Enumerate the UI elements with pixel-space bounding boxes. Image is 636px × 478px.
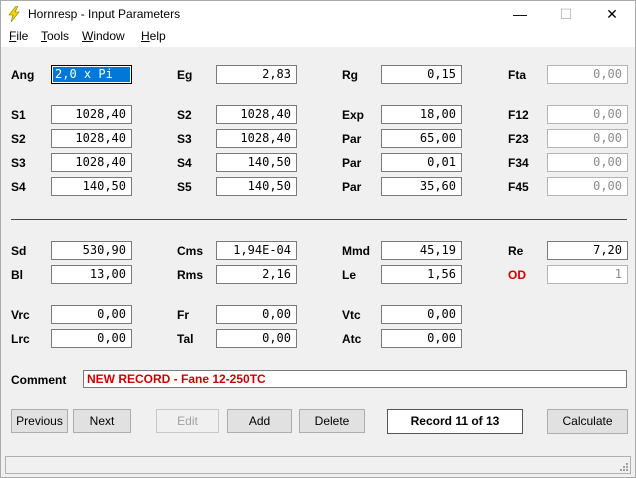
s3-right-field[interactable]: 1028,40 — [216, 129, 297, 148]
label-ang: Ang — [11, 68, 35, 82]
label-mmd: Mmd — [342, 244, 370, 258]
label-fta: Fta — [508, 68, 526, 82]
title-bar[interactable]: Hornresp - Input Parameters — ☐ ✕ — [1, 1, 635, 27]
calculate-button[interactable]: Calculate — [547, 409, 628, 434]
cms-field[interactable]: 1,94E-04 — [216, 241, 297, 260]
s3-field[interactable]: 1028,40 — [51, 153, 132, 172]
add-button[interactable]: Add — [227, 409, 292, 433]
label-f45: F45 — [508, 180, 529, 194]
sd-field[interactable]: 530,90 — [51, 241, 132, 260]
previous-button[interactable]: Previous — [11, 409, 68, 433]
s4-field[interactable]: 140,50 — [51, 177, 132, 196]
label-sd: Sd — [11, 244, 27, 258]
menu-help[interactable]: Help — [141, 29, 166, 43]
label-le: Le — [342, 268, 357, 282]
re-field[interactable]: 7,20 — [547, 241, 628, 260]
menu-file[interactable]: File — [9, 29, 28, 43]
label-par-1: Par — [342, 132, 362, 146]
lightning-icon — [8, 6, 20, 22]
exp-field[interactable]: 18,00 — [381, 105, 462, 124]
label-s5-right: S5 — [177, 180, 192, 194]
fr-field[interactable]: 0,00 — [216, 305, 297, 324]
fta-field[interactable]: 0,00 — [547, 65, 628, 84]
label-s3-right: S3 — [177, 132, 192, 146]
record-indicator: Record 11 of 13 — [387, 409, 523, 434]
label-f34: F34 — [508, 156, 529, 170]
menu-window[interactable]: Window — [82, 29, 125, 43]
label-fr: Fr — [177, 308, 189, 322]
label-s4-right: S4 — [177, 156, 192, 170]
vtc-field[interactable]: 0,00 — [381, 305, 462, 324]
rms-field[interactable]: 2,16 — [216, 265, 297, 284]
minimize-button[interactable]: — — [497, 1, 543, 27]
label-s2: S2 — [11, 132, 26, 146]
label-vrc: Vrc — [11, 308, 30, 322]
f34-field[interactable]: 0,00 — [547, 153, 628, 172]
label-f12: F12 — [508, 108, 529, 122]
od-field[interactable]: 1 — [547, 265, 628, 284]
label-rg: Rg — [342, 68, 358, 82]
f23-field[interactable]: 0,00 — [547, 129, 628, 148]
label-vtc: Vtc — [342, 308, 361, 322]
label-f23: F23 — [508, 132, 529, 146]
label-s2-right: S2 — [177, 108, 192, 122]
label-od: OD — [508, 268, 526, 282]
label-exp: Exp — [342, 108, 365, 122]
ang-field[interactable]: 2,0 x Pi — [51, 65, 132, 84]
label-cms: Cms — [177, 244, 204, 258]
label-comment: Comment — [11, 373, 67, 387]
label-s1: S1 — [11, 108, 26, 122]
bl-field[interactable]: 13,00 — [51, 265, 132, 284]
atc-field[interactable]: 0,00 — [381, 329, 462, 348]
label-par-2: Par — [342, 156, 362, 170]
label-par-3: Par — [342, 180, 362, 194]
next-button[interactable]: Next — [73, 409, 131, 433]
rg-field[interactable]: 0,15 — [381, 65, 462, 84]
label-tal: Tal — [177, 332, 194, 346]
lrc-field[interactable]: 0,00 — [51, 329, 132, 348]
maximize-icon: ☐ — [559, 6, 573, 22]
s2-right-field[interactable]: 1028,40 — [216, 105, 297, 124]
label-s3: S3 — [11, 156, 26, 170]
vrc-field[interactable]: 0,00 — [51, 305, 132, 324]
close-icon: ✕ — [606, 6, 618, 22]
s2-field[interactable]: 1028,40 — [51, 129, 132, 148]
minimize-icon: — — [513, 6, 527, 22]
s4-right-field[interactable]: 140,50 — [216, 153, 297, 172]
label-bl: Bl — [11, 268, 23, 282]
resize-grip-icon[interactable] — [618, 461, 628, 471]
f12-field[interactable]: 0,00 — [547, 105, 628, 124]
label-eg: Eg — [177, 68, 193, 82]
maximize-button[interactable]: ☐ — [543, 1, 589, 27]
section-divider — [11, 219, 627, 220]
par-2-field[interactable]: 0,01 — [381, 153, 462, 172]
label-re: Re — [508, 244, 524, 258]
s5-right-field[interactable]: 140,50 — [216, 177, 297, 196]
delete-button[interactable]: Delete — [299, 409, 365, 433]
par-3-field[interactable]: 35,60 — [381, 177, 462, 196]
comment-field[interactable]: NEW RECORD - Fane 12-250TC — [83, 370, 627, 388]
status-bar — [5, 456, 631, 474]
label-atc: Atc — [342, 332, 362, 346]
eg-field[interactable]: 2,83 — [216, 65, 297, 84]
f45-field[interactable]: 0,00 — [547, 177, 628, 196]
menu-tools[interactable]: Tools — [41, 29, 69, 43]
window-title: Hornresp - Input Parameters — [28, 7, 181, 21]
menu-bar: File Tools Window Help — [1, 27, 635, 47]
s1-field[interactable]: 1028,40 — [51, 105, 132, 124]
mmd-field[interactable]: 45,19 — [381, 241, 462, 260]
le-field[interactable]: 1,56 — [381, 265, 462, 284]
close-button[interactable]: ✕ — [589, 1, 635, 27]
hornresp-window: Hornresp - Input Parameters — ☐ ✕ File T… — [0, 0, 636, 478]
label-lrc: Lrc — [11, 332, 30, 346]
edit-button[interactable]: Edit — [156, 409, 219, 433]
label-s4: S4 — [11, 180, 26, 194]
tal-field[interactable]: 0,00 — [216, 329, 297, 348]
label-rms: Rms — [177, 268, 204, 282]
par-1-field[interactable]: 65,00 — [381, 129, 462, 148]
